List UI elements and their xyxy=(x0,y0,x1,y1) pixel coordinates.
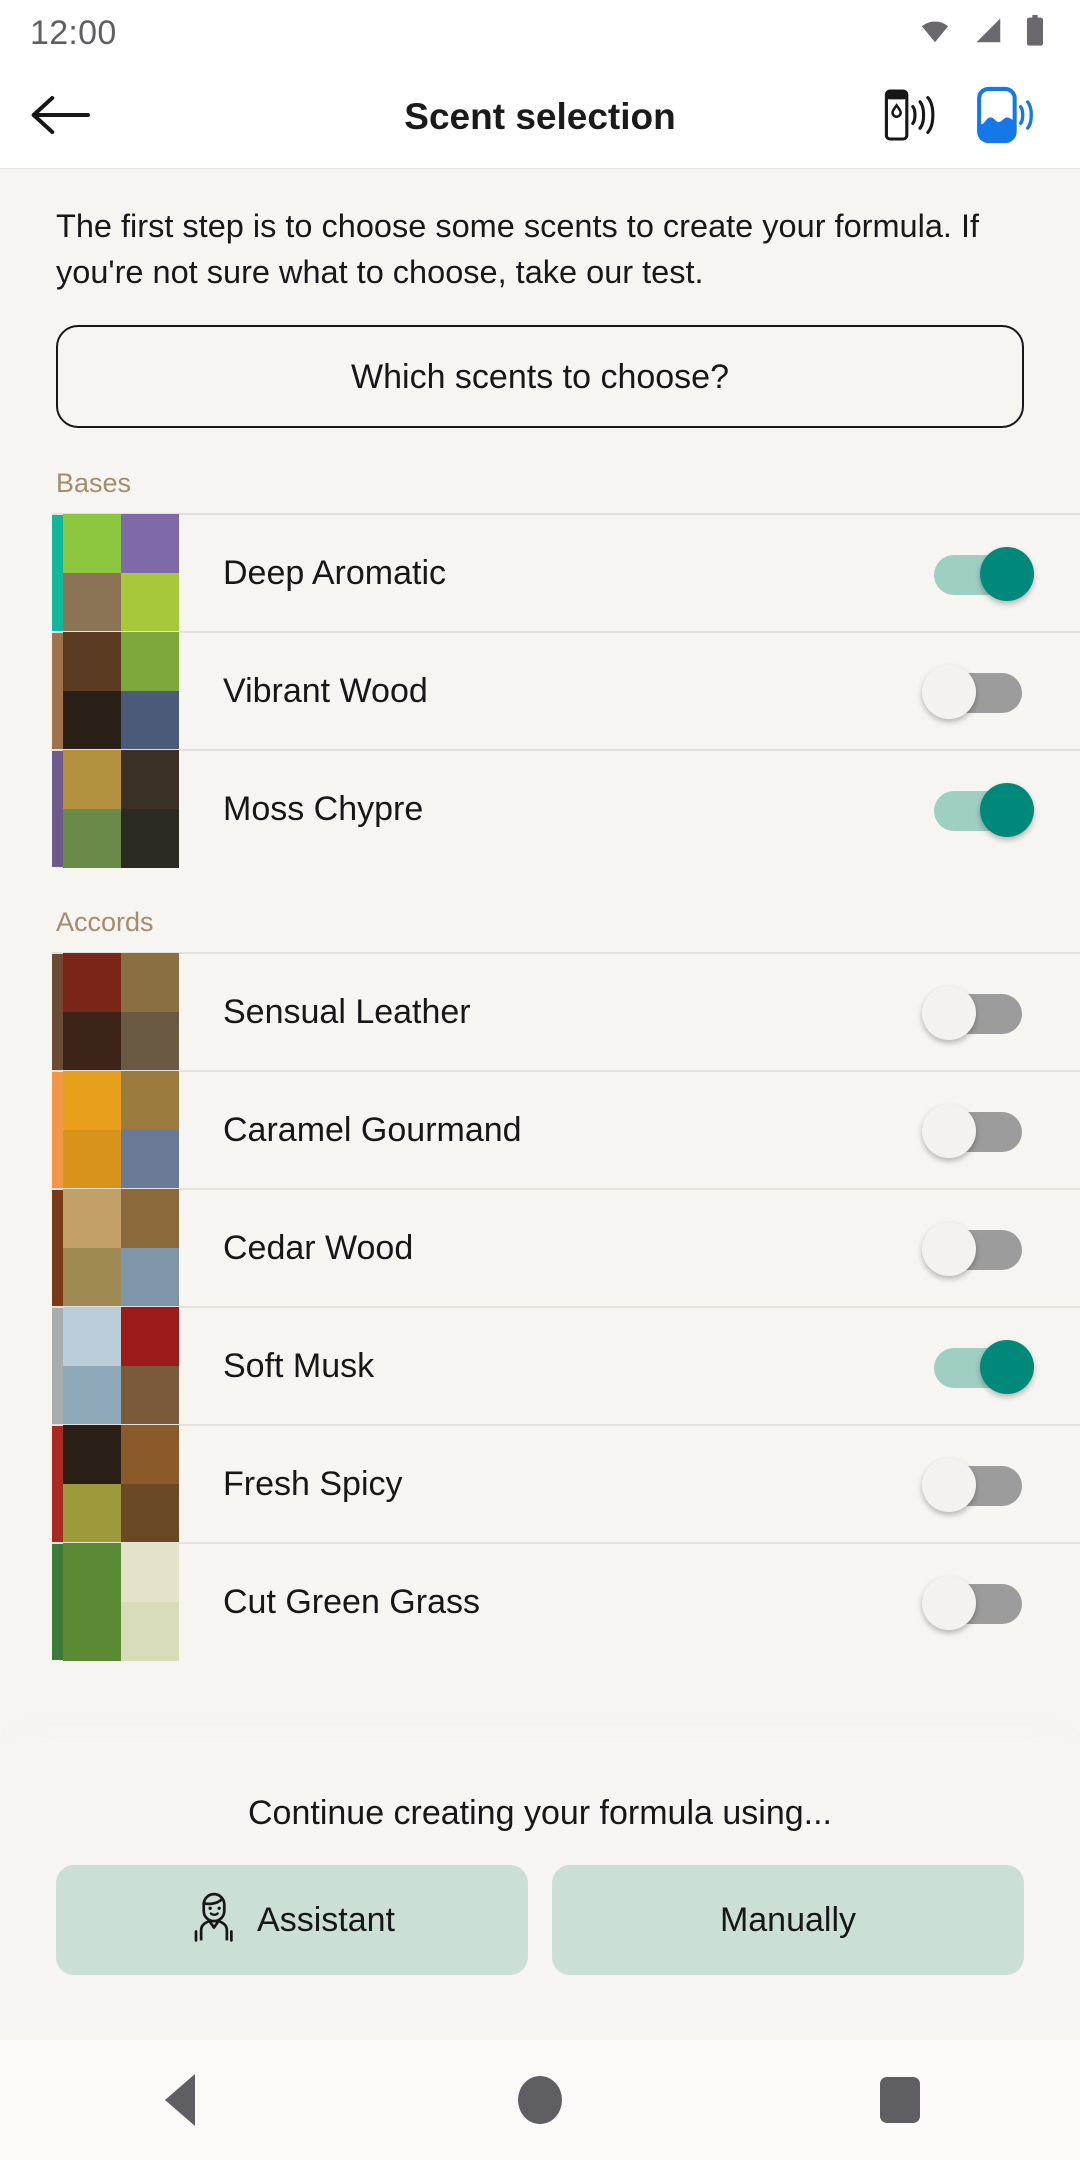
nav-home-button[interactable] xyxy=(460,2076,620,2124)
assistant-button-label: Assistant xyxy=(257,1900,395,1939)
scent-name: Moss Chypre xyxy=(223,789,424,828)
back-button[interactable] xyxy=(0,92,120,143)
nav-back-icon xyxy=(165,2074,195,2126)
scent-accent-bar xyxy=(52,751,63,867)
scent-thumbnail xyxy=(63,953,179,1071)
which-scents-button[interactable]: Which scents to choose? xyxy=(56,325,1024,428)
bottom-sheet-buttons: Assistant Manually xyxy=(0,1843,1080,1975)
toggle-knob xyxy=(922,1458,976,1512)
scent-name: Vibrant Wood xyxy=(223,671,428,710)
scent-toggle[interactable] xyxy=(922,1573,1030,1631)
scent-row[interactable]: Cedar Wood xyxy=(52,1188,1080,1307)
scent-accent-bar xyxy=(52,515,63,631)
scent-toggle[interactable] xyxy=(922,1101,1030,1159)
app-bar: Scent selection xyxy=(0,66,1080,169)
toggle-knob xyxy=(922,1104,976,1158)
scent-thumbnail xyxy=(63,632,179,750)
dispenser-connect-icon[interactable] xyxy=(878,86,938,149)
toggle-knob xyxy=(980,1340,1034,1394)
scent-toggle[interactable] xyxy=(922,1455,1030,1513)
scent-row[interactable]: Vibrant Wood xyxy=(52,631,1080,750)
scent-sections: Bases Deep Aromatic Vibrant Wood Moss Chypr… xyxy=(0,428,1080,1661)
scent-toggle[interactable] xyxy=(922,1219,1030,1277)
cta-container: Which scents to choose? xyxy=(0,295,1080,428)
scent-row[interactable]: Deep Aromatic xyxy=(52,513,1080,632)
scent-thumbnail xyxy=(63,1307,179,1425)
app-bar-actions xyxy=(878,86,1080,149)
scent-name: Fresh Spicy xyxy=(223,1464,403,1503)
scent-name: Deep Aromatic xyxy=(223,553,446,592)
section-label-accords: Accords xyxy=(56,907,154,937)
section-label-bases: Bases xyxy=(56,468,132,498)
scent-toggle[interactable] xyxy=(922,983,1030,1041)
scent-accent-bar xyxy=(52,1426,63,1542)
arrow-left-icon xyxy=(29,92,91,143)
assistant-button[interactable]: Assistant xyxy=(56,1865,528,1975)
scent-row[interactable]: Cut Green Grass xyxy=(52,1542,1080,1661)
toggle-knob xyxy=(922,986,976,1040)
intro-text: The first step is to choose some scents … xyxy=(56,208,980,290)
scent-accent-bar xyxy=(52,1072,63,1188)
scent-accent-bar xyxy=(52,1308,63,1424)
nav-home-icon xyxy=(518,2076,562,2124)
toggle-knob xyxy=(922,1222,976,1276)
battery-icon xyxy=(1024,14,1046,52)
bottom-sheet-title: Continue creating your formula using... xyxy=(248,1794,832,1832)
scent-toggle[interactable] xyxy=(926,780,1034,838)
scent-name: Cut Green Grass xyxy=(223,1582,480,1621)
scent-thumbnail xyxy=(63,1071,179,1189)
scent-list: Sensual Leather Caramel Gourmand Cedar Woo… xyxy=(0,952,1080,1661)
toggle-knob xyxy=(980,547,1034,601)
android-nav-bar xyxy=(0,2040,1080,2160)
status-bar: 12:00 xyxy=(0,0,1080,66)
assistant-person-icon xyxy=(189,1889,239,1952)
scent-name: Cedar Wood xyxy=(223,1228,414,1267)
scroll-content[interactable]: The first step is to choose some scents … xyxy=(0,169,1080,1870)
manually-button-label: Manually xyxy=(719,1900,857,1939)
scent-row[interactable]: Soft Musk xyxy=(52,1306,1080,1425)
scent-row[interactable]: Moss Chypre xyxy=(52,749,1080,868)
scent-name: Sensual Leather xyxy=(223,992,471,1031)
scent-name: Soft Musk xyxy=(223,1346,375,1385)
nav-recents-icon xyxy=(880,2077,920,2123)
scent-thumbnail xyxy=(63,1189,179,1307)
scent-thumbnail xyxy=(63,1425,179,1543)
scent-toggle[interactable] xyxy=(926,544,1034,602)
toggle-knob xyxy=(922,1576,976,1630)
scent-row[interactable]: Caramel Gourmand xyxy=(52,1070,1080,1189)
scent-accent-bar xyxy=(52,1544,63,1660)
scent-accent-bar xyxy=(52,954,63,1070)
toggle-knob xyxy=(922,665,976,719)
scent-name: Caramel Gourmand xyxy=(223,1110,522,1149)
scent-row[interactable]: Fresh Spicy xyxy=(52,1424,1080,1543)
scent-thumbnail xyxy=(63,1543,179,1661)
cellular-signal-icon xyxy=(972,16,1006,51)
toggle-knob xyxy=(980,783,1034,837)
manually-button[interactable]: Manually xyxy=(552,1865,1024,1975)
status-icons xyxy=(916,14,1046,52)
scent-accent-bar xyxy=(52,1190,63,1306)
scent-toggle[interactable] xyxy=(926,1337,1034,1395)
scent-accent-bar xyxy=(52,633,63,749)
scent-list: Deep Aromatic Vibrant Wood Moss Chypre xyxy=(0,513,1080,868)
continue-bottom-sheet: Continue creating your formula using... … xyxy=(0,1750,1080,2040)
wifi-icon xyxy=(916,16,954,51)
scent-thumbnail xyxy=(63,514,179,632)
nav-back-button[interactable] xyxy=(100,2074,260,2126)
nav-recents-button[interactable] xyxy=(820,2077,980,2123)
scent-toggle[interactable] xyxy=(922,662,1030,720)
device-connect-icon[interactable] xyxy=(972,86,1036,149)
status-clock: 12:00 xyxy=(30,13,117,52)
scent-thumbnail xyxy=(63,750,179,868)
scent-row[interactable]: Sensual Leather xyxy=(52,952,1080,1071)
